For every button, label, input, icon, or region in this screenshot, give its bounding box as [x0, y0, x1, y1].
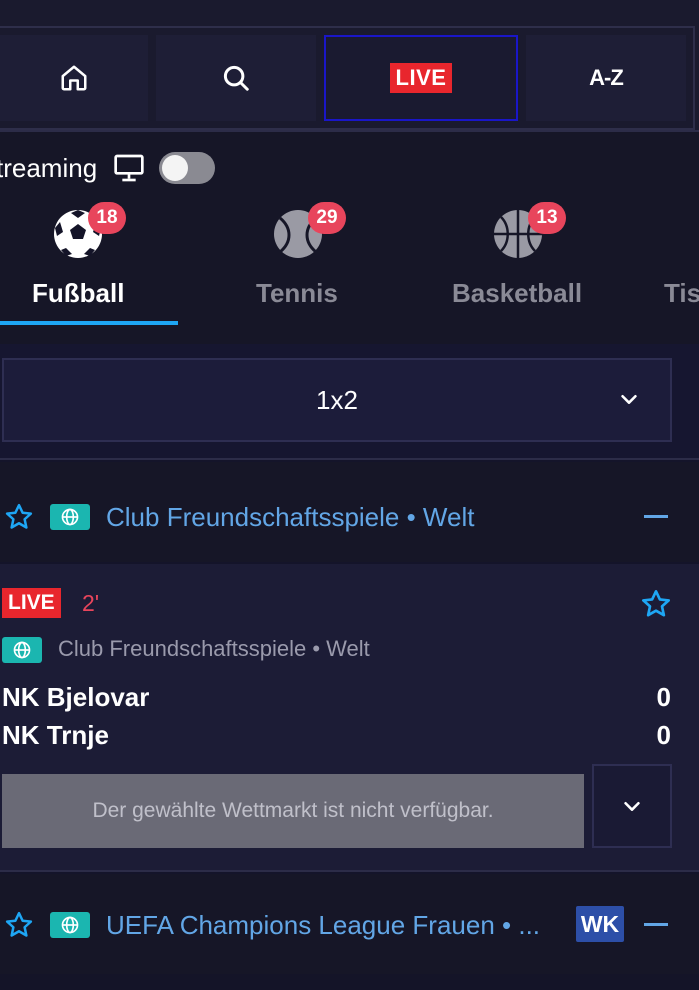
streaming-row: treaming — [0, 150, 216, 186]
market-dropdown[interactable]: 1x2 — [2, 358, 672, 442]
event-league-name: Club Freundschaftsspiele • Welt — [58, 636, 370, 661]
market-unavailable-notice: Der gewählte Wettmarkt ist nicht verfügb… — [2, 774, 584, 848]
streaming-label: treaming — [0, 152, 98, 183]
sport-count-badge: 18 — [88, 202, 126, 234]
active-tab-indicator — [0, 321, 178, 325]
market-selector-area: 1x2 — [0, 344, 699, 460]
sport-label: Tis — [664, 278, 699, 308]
tab-basketball[interactable]: 13 Basketball — [440, 200, 640, 325]
streaming-toggle[interactable] — [159, 152, 216, 184]
a-z-label: A-Z — [589, 65, 624, 90]
market-selected-value: 1x2 — [316, 384, 358, 415]
live-button[interactable]: LIVE — [324, 35, 518, 121]
wk-badge: WK — [576, 906, 624, 942]
sport-label: Basketball — [452, 278, 583, 308]
league-name: Club Freundschaftsspiele • Welt — [106, 502, 475, 532]
match-minute: 2' — [82, 590, 100, 616]
sport-label: Tennis — [256, 278, 338, 308]
tab-tischtennis[interactable]: Tis — [660, 200, 699, 325]
away-team: NK Trnje — [2, 720, 109, 750]
a-z-button[interactable]: A-Z — [526, 35, 686, 121]
sport-count-badge: 13 — [528, 202, 566, 234]
star-icon[interactable] — [4, 502, 34, 532]
event-card[interactable]: LIVE 2' Club Freundschaftsspiele • Welt … — [0, 564, 699, 872]
league-header[interactable]: Club Freundschaftsspiele • Welt — [0, 462, 699, 562]
collapse-icon[interactable] — [644, 515, 668, 518]
globe-icon — [50, 504, 90, 530]
globe-icon — [50, 912, 90, 938]
tab-tennis[interactable]: 29 Tennis — [220, 200, 420, 325]
search-button[interactable] — [156, 35, 316, 121]
monitor-icon — [114, 154, 144, 182]
home-button[interactable] — [0, 35, 148, 121]
star-icon[interactable] — [4, 910, 34, 940]
collapse-icon[interactable] — [644, 923, 668, 926]
page-bottom — [0, 974, 699, 990]
home-team: NK Bjelovar — [2, 682, 150, 712]
league-header[interactable]: UEFA Champions League Frauen • ... WK — [0, 874, 699, 974]
live-badge: LIVE — [389, 63, 453, 93]
league-name: UEFA Champions League Frauen • ... — [106, 910, 541, 940]
sport-label: Fußball — [32, 278, 125, 308]
chevron-down-icon — [624, 801, 640, 811]
chevron-down-icon — [621, 394, 637, 404]
tab-fussball[interactable]: 18 Fußball — [0, 200, 200, 325]
live-badge: LIVE — [2, 588, 61, 618]
sport-count-badge: 29 — [308, 202, 346, 234]
search-icon — [223, 65, 249, 91]
globe-icon — [2, 637, 42, 663]
home-icon — [61, 65, 87, 91]
star-icon[interactable] — [640, 588, 672, 620]
expand-markets-button[interactable] — [592, 764, 672, 848]
home-score: 0 — [656, 682, 671, 712]
away-score: 0 — [656, 720, 671, 750]
